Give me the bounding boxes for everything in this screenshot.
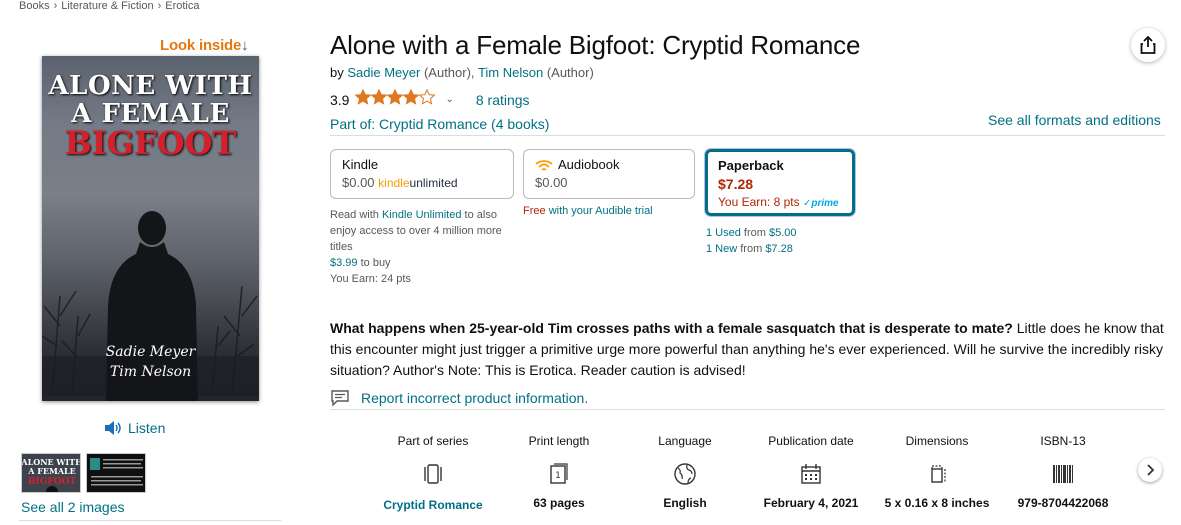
paperback-offers: 1 Used from $5.00 1 New from $7.28: [706, 227, 797, 255]
book-series-icon: [424, 464, 442, 484]
format-paperback-selected[interactable]: Paperback $7.28 You Earn: 8 pts ✓prime: [705, 149, 855, 216]
star-rating-icon[interactable]: [355, 89, 436, 110]
book-cover-image[interactable]: ALONE WITH A FEMALE BIGFOOT Sadie Meyer …: [42, 56, 259, 401]
feedback-icon: [331, 390, 349, 406]
breadcrumb-literature-fiction[interactable]: Literature & Fiction: [61, 0, 153, 12]
chevron-right-icon: [1147, 464, 1155, 476]
cover-author-2: Tim Nelson: [109, 364, 192, 380]
kindle-unlimited-note: Read with Kindle Unlimited to also enjoy…: [330, 209, 502, 285]
see-all-images-link[interactable]: See all 2 images: [21, 499, 125, 515]
divider: [330, 135, 1165, 136]
speaker-icon: [105, 421, 121, 435]
kindle-unlimited-logo: kindleunlimited: [378, 176, 458, 190]
series-link[interactable]: Part of: Cryptid Romance (4 books): [330, 116, 549, 132]
look-inside-link[interactable]: Look inside↓: [160, 37, 249, 54]
format-kindle[interactable]: Kindle $0.00 kindleunlimited: [330, 149, 514, 199]
carousel-next-button[interactable]: [1138, 458, 1162, 482]
share-button[interactable]: [1131, 28, 1165, 62]
author-link-tim-nelson[interactable]: Tim Nelson: [478, 65, 543, 80]
kindle-buy-price-link[interactable]: $3.99: [330, 257, 358, 269]
author-link-sadie-meyer[interactable]: Sadie Meyer: [347, 65, 420, 80]
left-divider: [19, 520, 281, 521]
series-value-link[interactable]: Cryptid Romance: [383, 498, 482, 512]
audible-icon: [535, 159, 553, 171]
stars-svg: [355, 89, 436, 105]
svg-text:BIGFOOT: BIGFOOT: [28, 477, 77, 487]
svg-text:1: 1: [555, 471, 561, 481]
rating-value: 3.9: [330, 91, 350, 108]
cover-title-line3: BIGFOOT: [64, 124, 237, 162]
kindle-unlimited-link[interactable]: Kindle Unlimited: [382, 209, 461, 221]
spec-isbn-13: ISBN-13 979-8704422068: [1017, 434, 1109, 510]
thumbnail-cover[interactable]: ALONE WITH A FEMALE BIGFOOT: [21, 453, 81, 493]
calendar-icon: [801, 464, 821, 484]
spec-part-of-series: Part of series Cryptid Romance: [383, 434, 483, 512]
ratings-count-link[interactable]: 8 ratings: [476, 92, 530, 108]
cover-title-line1: ALONE WITH: [48, 71, 253, 101]
used-offers-link[interactable]: 1 Used: [706, 227, 741, 239]
chevron-down-icon[interactable]: ⌄: [445, 94, 453, 105]
spec-dimensions: Dimensions 5 x 0.16 x 8 inches: [884, 434, 990, 510]
cover-author-1: Sadie Meyer: [105, 344, 196, 360]
see-all-formats-link[interactable]: See all formats and editions: [988, 112, 1161, 128]
format-audiobook[interactable]: Audiobook $0.00: [523, 149, 695, 199]
thumbnail-cover-image: ALONE WITH A FEMALE BIGFOOT: [22, 454, 80, 492]
used-price-link[interactable]: $5.00: [769, 227, 797, 239]
listen-button[interactable]: Listen: [104, 420, 165, 436]
byline: by Sadie Meyer (Author), Tim Nelson (Aut…: [330, 65, 594, 80]
spec-language: Language English: [658, 434, 712, 510]
prime-badge: ✓prime: [802, 198, 839, 209]
product-details-carousel: Part of series Cryptid Romance Print len…: [370, 434, 1126, 514]
new-offers-link[interactable]: 1 New: [706, 243, 737, 255]
spec-print-length: Print length 1 63 pages: [528, 434, 590, 510]
spec-publication-date: Publication date February 4, 2021: [763, 434, 859, 510]
breadcrumb: Books › Literature & Fiction › Erotica: [19, 0, 200, 12]
page-count-icon: 1: [550, 463, 568, 484]
audible-trial-note: Free with your Audible trial: [523, 205, 653, 217]
rating-row: 3.9 ⌄ 8 ratings: [330, 89, 530, 110]
share-icon: [1140, 36, 1156, 54]
breadcrumb-books[interactable]: Books: [19, 0, 50, 12]
breadcrumb-erotica[interactable]: Erotica: [165, 0, 199, 12]
down-arrow-icon: ↓: [241, 37, 249, 54]
report-incorrect-info-link[interactable]: Report incorrect product information.: [331, 390, 588, 406]
dimensions-icon: [931, 465, 946, 483]
new-price-link[interactable]: $7.28: [765, 243, 793, 255]
product-description: What happens when 25-year-old Tim crosse…: [330, 320, 1164, 378]
barcode-icon: [1053, 465, 1073, 483]
thumbnail-back-image: [87, 454, 145, 492]
globe-icon: [674, 463, 696, 485]
svg-text:A FEMALE: A FEMALE: [27, 466, 76, 476]
divider: [330, 409, 1165, 410]
product-title: Alone with a Female Bigfoot: Cryptid Rom…: [330, 30, 861, 60]
audible-trial-link[interactable]: with your Audible trial: [549, 205, 653, 217]
thumbnail-back-cover[interactable]: [86, 453, 146, 493]
